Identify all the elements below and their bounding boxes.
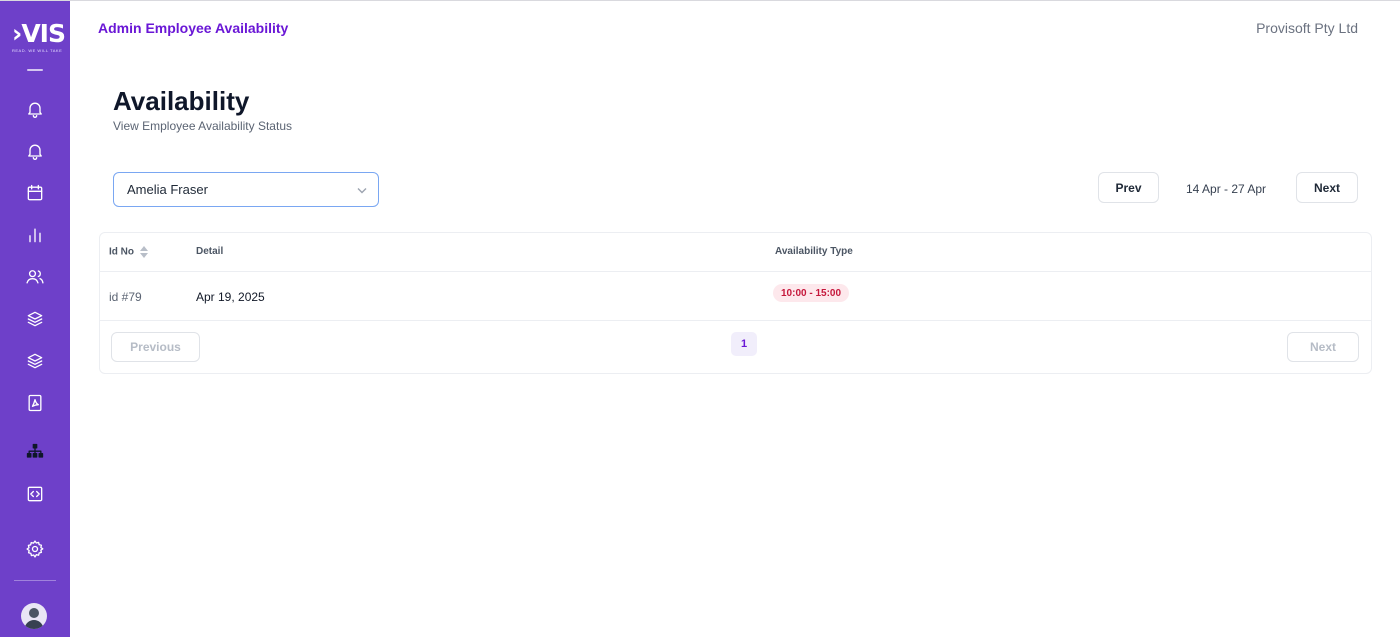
user-avatar-icon [24,608,44,629]
column-header-id-label: Id No [109,246,134,258]
logo-tagline: READ. WE WILL TAKE [12,48,63,53]
layers-icon[interactable] [23,349,47,373]
calendar-icon[interactable] [23,181,47,205]
table-row: id #79 Apr 19, 2025 10:00 - 15:00 [100,272,1371,321]
avatar[interactable] [21,603,47,629]
sidebar: ›VIS READ. WE WILL TAKE [0,1,70,637]
code-icon[interactable] [23,482,47,506]
header-title: Admin Employee Availability [98,20,289,36]
page-number-button[interactable]: 1 [731,332,757,356]
row-id: id #79 [109,290,142,304]
company-name: Provisoft Pty Ltd [1256,20,1358,36]
date-range: 14 Apr - 27 Apr [1186,182,1267,196]
row-detail: Apr 19, 2025 [196,290,265,304]
availability-table: Id No Detail Availability Type id #79 Ap… [99,232,1372,374]
bar-chart-icon[interactable] [23,223,47,247]
next-week-button[interactable]: Next [1296,172,1358,203]
bell-icon[interactable] [23,139,47,163]
sort-icon[interactable] [140,246,148,258]
page-subtitle: View Employee Availability Status [113,119,292,133]
table-header: Id No Detail Availability Type [100,233,1371,272]
column-header-availability-type: Availability Type [775,246,853,257]
availability-badge: 10:00 - 15:00 [773,284,850,302]
hierarchy-icon[interactable] [23,440,47,464]
employee-select-value: Amelia Fraser [127,182,208,197]
employee-select[interactable]: Amelia Fraser [113,172,379,207]
next-page-button[interactable]: Next [1287,332,1359,362]
menu-toggle-icon[interactable] [27,69,43,71]
pdf-file-icon[interactable] [23,391,47,415]
gear-icon[interactable] [23,537,47,561]
previous-page-button[interactable]: Previous [111,332,200,362]
layers-icon[interactable] [23,307,47,331]
bell-icon[interactable] [23,97,47,121]
sidebar-divider [14,580,56,581]
column-header-detail: Detail [196,246,224,257]
page-title: Availability [113,86,250,116]
logo[interactable]: ›VIS READ. WE WILL TAKE [12,19,66,54]
chevron-down-icon [356,184,368,196]
logo-text: ›VIS [12,19,66,48]
column-header-id[interactable]: Id No [109,246,148,258]
prev-week-button[interactable]: Prev [1098,172,1159,203]
users-icon[interactable] [23,265,47,289]
